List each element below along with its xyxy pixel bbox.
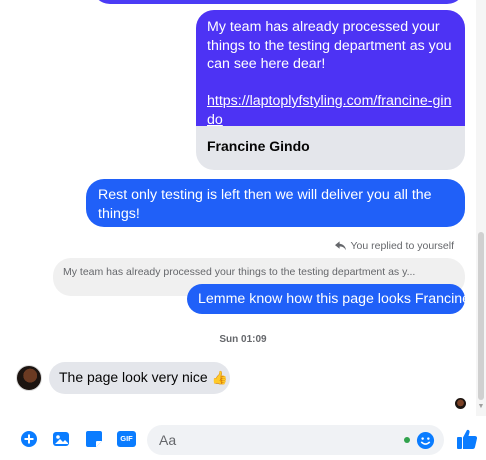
replied-note: You replied to yourself	[335, 240, 454, 252]
incoming-message[interactable]: The page look very nice 👍	[49, 362, 230, 394]
incoming-message-text: The page look very nice	[59, 369, 208, 385]
thumbs-up-icon[interactable]	[456, 428, 478, 450]
previous-message-bubble	[92, 0, 465, 4]
gif-icon[interactable]: GIF	[117, 431, 136, 447]
photo-icon[interactable]	[52, 430, 70, 448]
link-preview-title[interactable]: Francine Gindo	[196, 126, 465, 166]
sticker-icon[interactable]	[85, 430, 103, 448]
replied-note-text: You replied to yourself	[350, 240, 454, 252]
message-input[interactable]: Aa	[147, 425, 444, 455]
online-status-dot	[404, 437, 410, 443]
link-message-bubble[interactable]: My team has already processed your thing…	[196, 10, 465, 170]
reply-message[interactable]: Lemme know how this page looks Francine.	[187, 284, 474, 314]
scrollbar-thumb[interactable]	[478, 232, 484, 400]
plus-icon[interactable]	[20, 430, 38, 448]
contact-avatar[interactable]	[16, 365, 42, 391]
thumbs-up-emoji: 👍	[211, 370, 228, 385]
emoji-icon[interactable]	[416, 431, 435, 450]
message-link[interactable]: https://laptoplyfstyling.com/francine-gi…	[207, 92, 453, 129]
timestamp-separator: Sun 01:09	[219, 334, 267, 345]
link-message-text: My team has already processed your thing…	[207, 19, 452, 72]
link-message-body: My team has already processed your thing…	[196, 10, 465, 129]
reply-icon	[335, 241, 347, 251]
read-receipt-avatar	[455, 398, 466, 409]
scroll-down-arrow[interactable]: ▼	[476, 402, 486, 412]
outgoing-message[interactable]: Rest only testing is left then we will d…	[86, 179, 465, 227]
